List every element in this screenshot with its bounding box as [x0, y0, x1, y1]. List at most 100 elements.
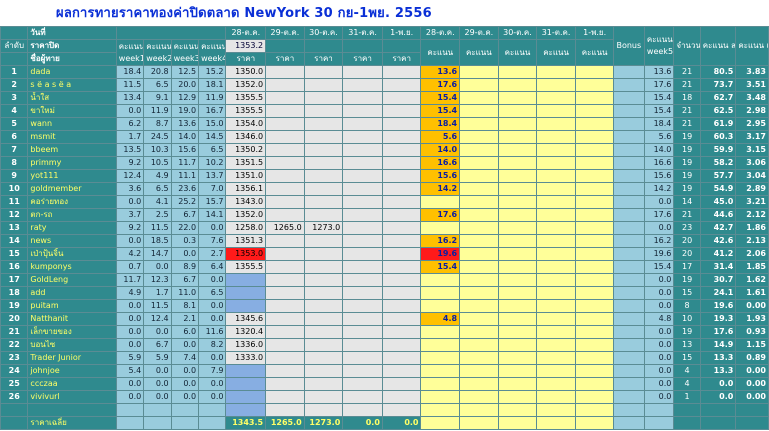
score-col-31: คะแนน — [536, 39, 576, 66]
score-1 — [574, 208, 615, 222]
week4-score: 0.0 — [198, 377, 227, 391]
week1-score: 4.2 — [115, 247, 145, 261]
week3-score: 0.0 — [170, 247, 200, 261]
price-28: 1351.0 — [225, 169, 267, 183]
price-30 — [303, 351, 344, 365]
week4-score: 7.6 — [198, 234, 227, 248]
average-score: 3.15 — [735, 143, 769, 157]
bonus-week5 — [613, 65, 645, 79]
close-price-1 — [381, 39, 422, 53]
week5-score: 0.0 — [643, 195, 675, 209]
summary-week5-blank — [643, 416, 675, 430]
score-table-wrapper: วันที่ 28-ต.ค. 29-ต.ค. 30-ต.ค. 31-ต.ค. 1… — [0, 26, 769, 430]
count-cell: 15 — [673, 286, 701, 300]
rank-cell: 22 — [0, 338, 29, 352]
score-29 — [459, 169, 499, 183]
score-29 — [459, 260, 499, 274]
price-30 — [303, 390, 344, 404]
price-28: 1320.4 — [225, 325, 267, 339]
average-score: 2.06 — [735, 247, 769, 261]
rank-cell: 18 — [0, 286, 29, 300]
average-price-4: 0.0 — [381, 416, 422, 430]
bonus-week5 — [613, 143, 645, 157]
price-col-30: ราคา — [303, 52, 344, 66]
total-score: 0.0 — [699, 390, 737, 404]
score-29 — [459, 91, 499, 105]
week1-score-word: คะแนน — [118, 41, 144, 51]
week1-score: 6.2 — [115, 117, 145, 131]
summary-total-blank — [699, 416, 737, 430]
summary-count-blank — [673, 416, 701, 430]
price-28: 1345.6 — [225, 312, 267, 326]
rank-cell: 9 — [0, 169, 29, 183]
price-29 — [265, 364, 305, 378]
week5-score: 5.6 — [643, 130, 675, 144]
average-score: 0.89 — [735, 351, 769, 365]
week2-score: 0.0 — [143, 364, 172, 378]
rank-cell: 7 — [0, 143, 29, 157]
price-31 — [342, 156, 383, 170]
week1-score: 12.4 — [115, 169, 145, 183]
price-31 — [342, 221, 383, 235]
week5-score: 0.0 — [643, 273, 675, 287]
table-row: 14 news 0.0 18.5 0.3 7.6 1351.3 16.2 16.2 20 42.6 2… — [0, 234, 769, 248]
week5-score: 0.0 — [643, 325, 675, 339]
price-31 — [342, 208, 383, 222]
score-30 — [497, 169, 538, 183]
table-row: 15 เป่าปุ้นจิ้น 4.2 14.7 0.0 2.7 1353.0 19.6 19.… — [0, 247, 769, 261]
week4-score: 13.7 — [198, 169, 227, 183]
count-cell: 4 — [673, 377, 701, 391]
player-name: goldmember — [27, 182, 117, 196]
price-30 — [303, 338, 344, 352]
week5-score: 17.6 — [643, 208, 675, 222]
average-score: 3.51 — [735, 78, 769, 92]
score-date-30: 30-ต.ค. — [497, 26, 538, 40]
table-row: 5 wann 6.2 8.7 13.6 15.0 1354.0 18.4 18.4 21 61.9 2… — [0, 117, 769, 131]
bonus-week5 — [613, 221, 645, 235]
table-row: 3 น้ำใส 13.4 9.1 12.9 11.9 1355.5 15.4 15.4 18 62.… — [0, 91, 769, 105]
week5-score: 0.0 — [643, 390, 675, 404]
price-31 — [342, 182, 383, 196]
score-31 — [536, 234, 576, 248]
score-28: 4.8 — [420, 312, 461, 326]
price-30 — [303, 78, 344, 92]
table-row: 8 primmy 9.2 10.5 11.7 10.2 1351.5 16.6 16.6 19 58… — [0, 156, 769, 170]
score-28: 14.0 — [420, 143, 461, 157]
week3-score: 0.0 — [170, 377, 200, 391]
week2-score: 24.5 — [143, 130, 172, 144]
week3-score: 11.7 — [170, 156, 200, 170]
score-28 — [420, 338, 461, 352]
score-table: วันที่ 28-ต.ค. 29-ต.ค. 30-ต.ค. 31-ต.ค. 1… — [0, 26, 769, 430]
spacer-cell — [536, 403, 576, 417]
bonus-week5 — [613, 338, 645, 352]
score-28: 5.6 — [420, 130, 461, 144]
score-30 — [497, 78, 538, 92]
week4-score: 8.2 — [198, 338, 227, 352]
price-1 — [381, 195, 422, 209]
header-row-1: วันที่ 28-ต.ค. 29-ต.ค. 30-ต.ค. 31-ต.ค. 1… — [0, 26, 769, 66]
week5-score-word: คะแนน — [646, 35, 673, 44]
average-score: 1.85 — [735, 260, 769, 274]
price-30 — [303, 260, 344, 274]
week4-score: 11.9 — [198, 91, 227, 105]
week5-score: 17.6 — [643, 78, 675, 92]
total-score: 61.9 — [699, 117, 737, 131]
score-30 — [497, 104, 538, 118]
score-28: 16.6 — [420, 156, 461, 170]
score-31 — [536, 312, 576, 326]
close-price-28: 1353.2 — [225, 39, 267, 53]
count-cell: 23 — [673, 221, 701, 235]
week3-score-word: คะแนน — [173, 41, 199, 51]
price-29 — [265, 286, 305, 300]
week1-score: 0.0 — [115, 195, 145, 209]
count-cell: 19 — [673, 182, 701, 196]
week4-score: 7.0 — [198, 182, 227, 196]
bonus-week5 — [613, 273, 645, 287]
score-date-28: 28-ต.ค. — [420, 26, 461, 40]
total-score: 30.7 — [699, 273, 737, 287]
week2-score: 0.0 — [143, 260, 172, 274]
week3-score: 11.1 — [170, 169, 200, 183]
average-score: 0.93 — [735, 325, 769, 339]
week5-score: 0.0 — [643, 351, 675, 365]
week4-score: 15.2 — [198, 65, 227, 79]
